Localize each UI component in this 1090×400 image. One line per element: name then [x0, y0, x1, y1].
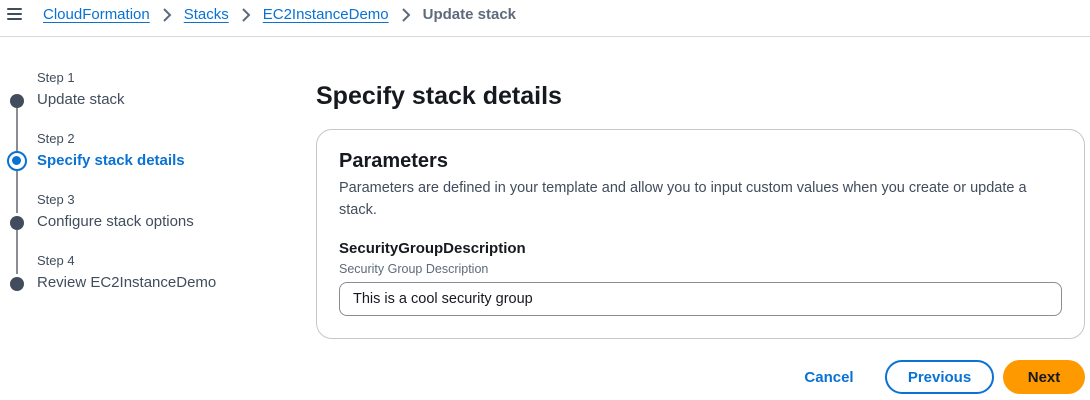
- step-label: Review EC2InstanceDemo: [37, 274, 217, 291]
- field-description: Security Group Description: [339, 262, 489, 276]
- breadcrumb-current: Update stack: [422, 5, 517, 23]
- next-button[interactable]: Next: [1003, 360, 1085, 394]
- breadcrumb: CloudFormation Stacks EC2InstanceDemo Up…: [43, 4, 516, 24]
- parameters-panel: Parameters Parameters are defined in you…: [316, 129, 1085, 339]
- chevron-right-icon: [229, 6, 263, 23]
- step-pending-icon: [10, 216, 24, 230]
- step-label: Configure stack options: [37, 213, 194, 230]
- step-label: Specify stack details: [37, 152, 185, 169]
- step-number: Step 2: [37, 131, 75, 146]
- step-1[interactable]: Step 1 Update stack: [0, 60, 290, 120]
- step-number: Step 4: [37, 253, 75, 268]
- field-label: SecurityGroupDescription: [339, 240, 526, 257]
- page-title: Specify stack details: [316, 82, 562, 110]
- breadcrumb-cloudformation[interactable]: CloudFormation: [43, 6, 150, 23]
- chevron-right-icon: [389, 6, 423, 23]
- step-2: Step 2 Specify stack details: [0, 121, 290, 181]
- top-bar: CloudFormation Stacks EC2InstanceDemo Up…: [0, 0, 1090, 37]
- step-number: Step 1: [37, 70, 75, 85]
- breadcrumb-ec2instancedemo[interactable]: EC2InstanceDemo: [263, 6, 389, 23]
- step-active-icon: [7, 151, 27, 171]
- chevron-right-icon: [150, 6, 184, 23]
- panel-description: Parameters are defined in your template …: [339, 180, 1027, 218]
- step-label[interactable]: Update stack: [37, 91, 125, 108]
- step-4: Step 4 Review EC2InstanceDemo: [0, 243, 290, 303]
- menu-icon[interactable]: [7, 6, 23, 22]
- step-completed-icon: [10, 94, 24, 108]
- security-group-description-input[interactable]: [339, 282, 1062, 316]
- previous-button[interactable]: Previous: [885, 360, 994, 394]
- step-number: Step 3: [37, 192, 75, 207]
- step-3: Step 3 Configure stack options: [0, 182, 290, 242]
- step-pending-icon: [10, 277, 24, 291]
- breadcrumb-stacks[interactable]: Stacks: [184, 6, 229, 23]
- panel-title: Parameters: [339, 150, 448, 172]
- cancel-button[interactable]: Cancel: [790, 361, 868, 394]
